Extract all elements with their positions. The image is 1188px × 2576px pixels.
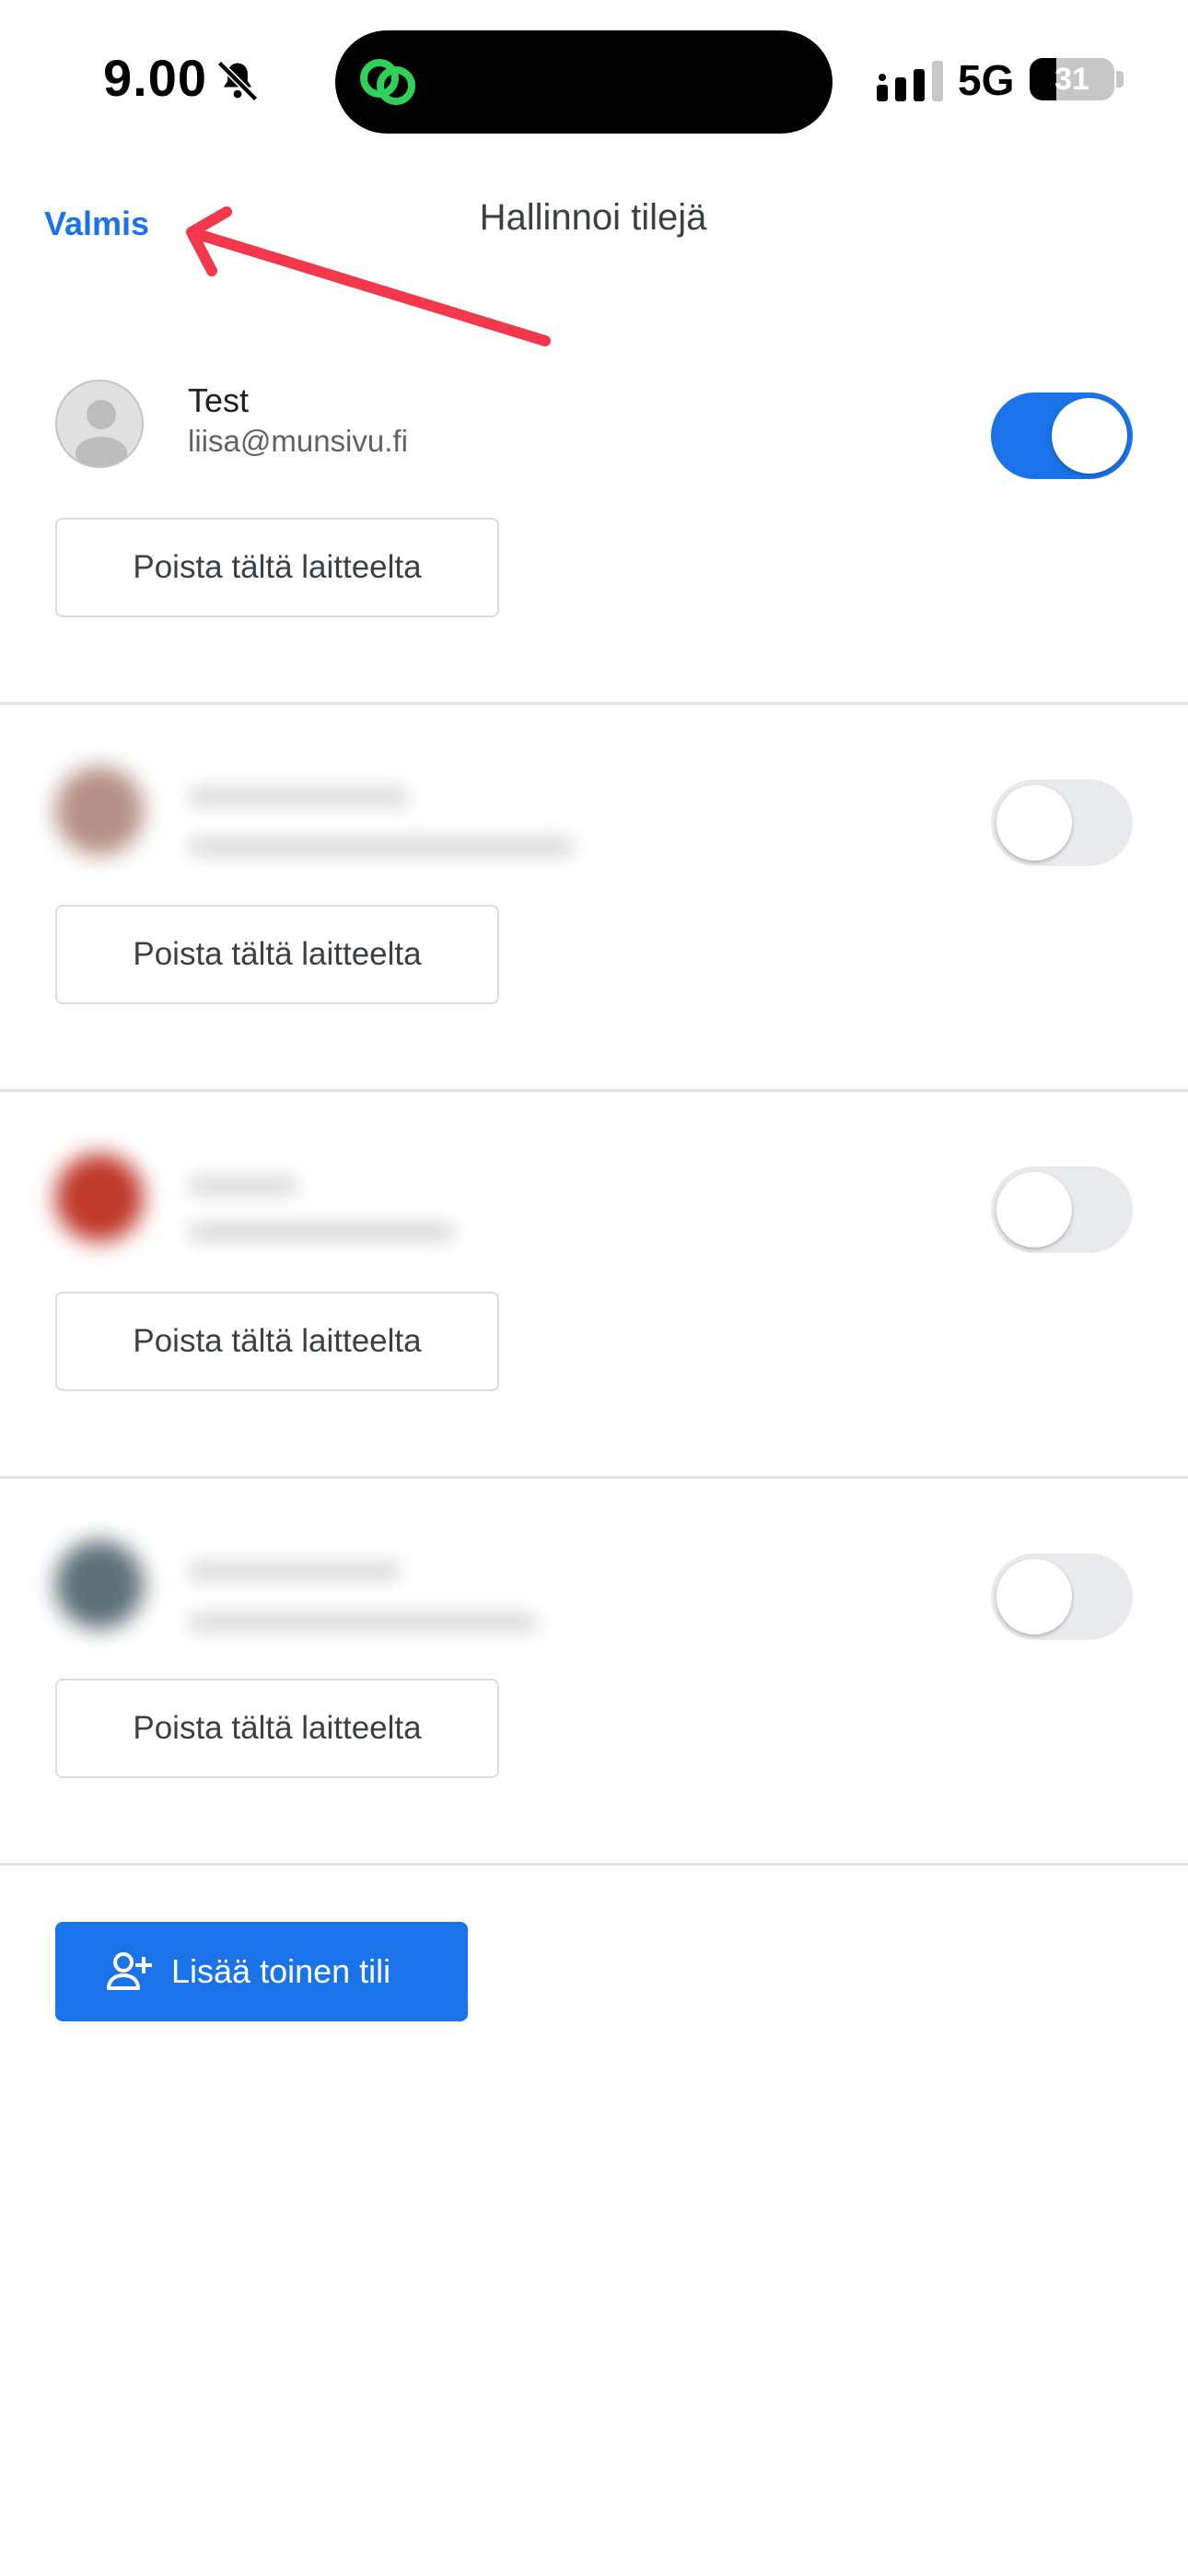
account-email: liisa@munsivu.fi: [188, 424, 408, 458]
account-email-redacted: [188, 1224, 455, 1240]
account-item: Test liisa@munsivu.fi Poista tältä laitt…: [0, 361, 1188, 748]
toggle-knob: [1052, 398, 1127, 474]
avatar: [55, 1540, 144, 1629]
account-name-redacted: [188, 789, 409, 805]
account-toggle[interactable]: [991, 1553, 1133, 1640]
battery-cap: [1116, 71, 1124, 88]
toggle-knob: [996, 1172, 1072, 1247]
account-toggle[interactable]: [991, 392, 1133, 479]
account-item: Poista tältä laitteelta: [0, 1522, 1188, 1909]
account-item: Poista tältä laitteelta: [0, 748, 1188, 1135]
toggle-knob: [996, 1559, 1072, 1634]
add-account-label: Lisää toinen tili: [171, 1952, 391, 1990]
remove-from-device-button[interactable]: Poista tältä laitteelta: [55, 1679, 499, 1778]
add-account-button[interactable]: Lisää toinen tili: [55, 1922, 468, 2021]
account-email-redacted: [188, 1614, 538, 1631]
account-toggle[interactable]: [991, 1166, 1133, 1253]
account-name: Test: [188, 381, 250, 419]
bell-muted-icon: [216, 60, 259, 102]
account-email-redacted: [188, 838, 575, 855]
account-toggle[interactable]: [991, 779, 1133, 866]
account-name-redacted: [188, 1563, 400, 1579]
remove-from-device-button[interactable]: Poista tältä laitteelta: [55, 518, 499, 617]
battery-icon: 31: [1030, 58, 1114, 100]
red-arrow-annotation: [186, 206, 551, 346]
chain-link-icon: [360, 59, 415, 105]
divider: [0, 1863, 1188, 1866]
divider: [0, 702, 1188, 705]
network-type: 5G: [958, 56, 1015, 104]
status-bar: 9.00 5G 31: [0, 0, 1188, 157]
avatar: [55, 380, 144, 468]
toggle-knob: [996, 785, 1072, 861]
avatar: [55, 767, 144, 855]
account-item: Poista tältä laitteelta: [0, 1135, 1188, 1522]
avatar: [55, 1153, 144, 1242]
person-add-icon: [107, 1952, 152, 1990]
divider: [0, 1089, 1188, 1092]
divider: [0, 1476, 1188, 1479]
status-time: 9.00: [103, 49, 207, 107]
battery-level: 31: [1054, 62, 1089, 97]
account-name-redacted: [188, 1177, 298, 1194]
dynamic-island[interactable]: [335, 30, 833, 134]
default-avatar-icon: [76, 400, 127, 466]
remove-from-device-button[interactable]: Poista tältä laitteelta: [55, 1292, 499, 1391]
cellular-signal-icon: [877, 61, 943, 101]
remove-from-device-button[interactable]: Poista tältä laitteelta: [55, 905, 499, 1004]
